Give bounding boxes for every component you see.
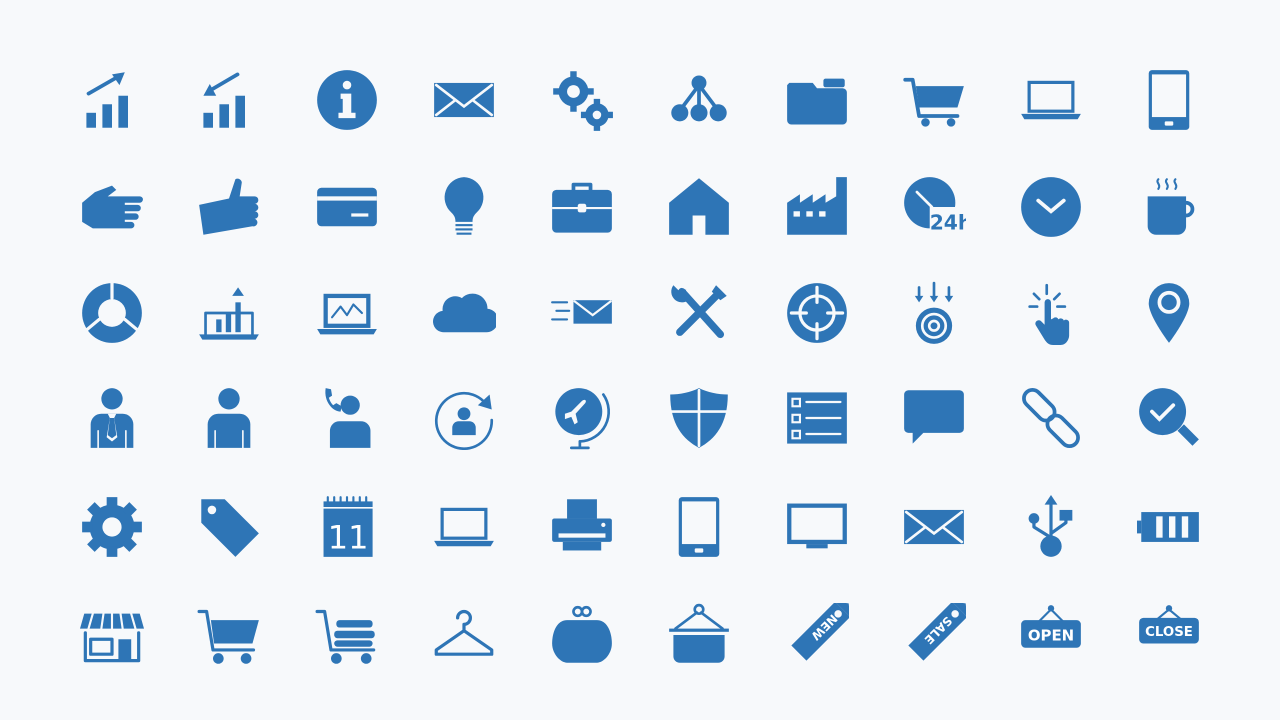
chart-up-icon <box>80 68 144 132</box>
mobile-icon <box>667 495 731 559</box>
chevron-circle-icon[interactable] <box>1019 175 1083 239</box>
briefcase-icon <box>550 175 614 239</box>
donut-chart-icon <box>80 281 144 345</box>
globe-plane-icon <box>550 386 614 450</box>
hand-icon <box>80 175 144 239</box>
mobile-icon <box>1137 68 1201 132</box>
businessman-icon <box>80 386 144 450</box>
laptop-icon <box>432 495 496 559</box>
open-label: OPEN <box>1028 626 1074 644</box>
chat-bubble-icon <box>902 386 966 450</box>
new-tag-icon: NEW <box>785 601 851 667</box>
user-phone-icon <box>315 386 379 450</box>
laptop-graph-icon <box>315 281 379 345</box>
cart-icon <box>902 68 966 132</box>
clock-24h-icon: 24h <box>902 175 972 239</box>
mail-icon <box>432 68 496 132</box>
credit-card-icon <box>315 175 379 239</box>
coffee-icon <box>1137 175 1201 239</box>
sale-tag-icon: SALE <box>902 601 968 667</box>
store-icon <box>80 603 144 667</box>
calendar-date: 11 <box>328 518 369 556</box>
home-icon <box>667 175 731 239</box>
battery-icon <box>1137 495 1201 559</box>
link-icon <box>1019 386 1083 450</box>
info-icon <box>315 68 379 132</box>
search-check-icon <box>1137 386 1201 450</box>
usb-icon <box>1019 495 1083 559</box>
purse-icon <box>550 603 614 667</box>
monitor-icon <box>785 495 849 559</box>
shield-icon <box>667 386 731 450</box>
tag-icon <box>197 495 261 559</box>
laptop-chart-icon <box>197 281 261 345</box>
user-icon <box>197 386 261 450</box>
clock-label: 24h <box>930 210 966 234</box>
basket-icon <box>667 603 731 667</box>
chart-down-icon <box>197 68 261 132</box>
folder-icon <box>785 68 849 132</box>
open-sign-icon: OPEN <box>1019 603 1083 667</box>
printer-icon <box>550 495 614 559</box>
close-label: CLOSE <box>1145 625 1193 640</box>
crosshair-icon <box>785 281 849 345</box>
checklist-icon <box>785 386 849 450</box>
gears-icon <box>550 68 614 132</box>
network-icon <box>667 68 731 132</box>
cloud-icon <box>432 281 499 345</box>
laptop-icon <box>1019 68 1083 132</box>
cart-icon <box>197 603 261 667</box>
gear-icon[interactable] <box>80 495 144 559</box>
lightbulb-icon <box>432 175 496 239</box>
factory-icon <box>785 175 849 239</box>
click-hand-icon <box>1019 281 1083 345</box>
user-refresh-icon <box>432 386 496 451</box>
fast-mail-icon <box>550 281 614 345</box>
cart-loaded-icon <box>315 603 379 667</box>
calendar-icon: 11 <box>315 495 379 559</box>
mail-icon <box>902 495 966 559</box>
target-arrows-icon <box>902 281 966 345</box>
close-sign-icon: CLOSE <box>1137 603 1201 667</box>
tools-icon <box>667 281 731 345</box>
map-pin-icon <box>1137 281 1201 345</box>
hanger-icon <box>432 603 496 667</box>
thumbs-up-icon <box>197 175 261 239</box>
